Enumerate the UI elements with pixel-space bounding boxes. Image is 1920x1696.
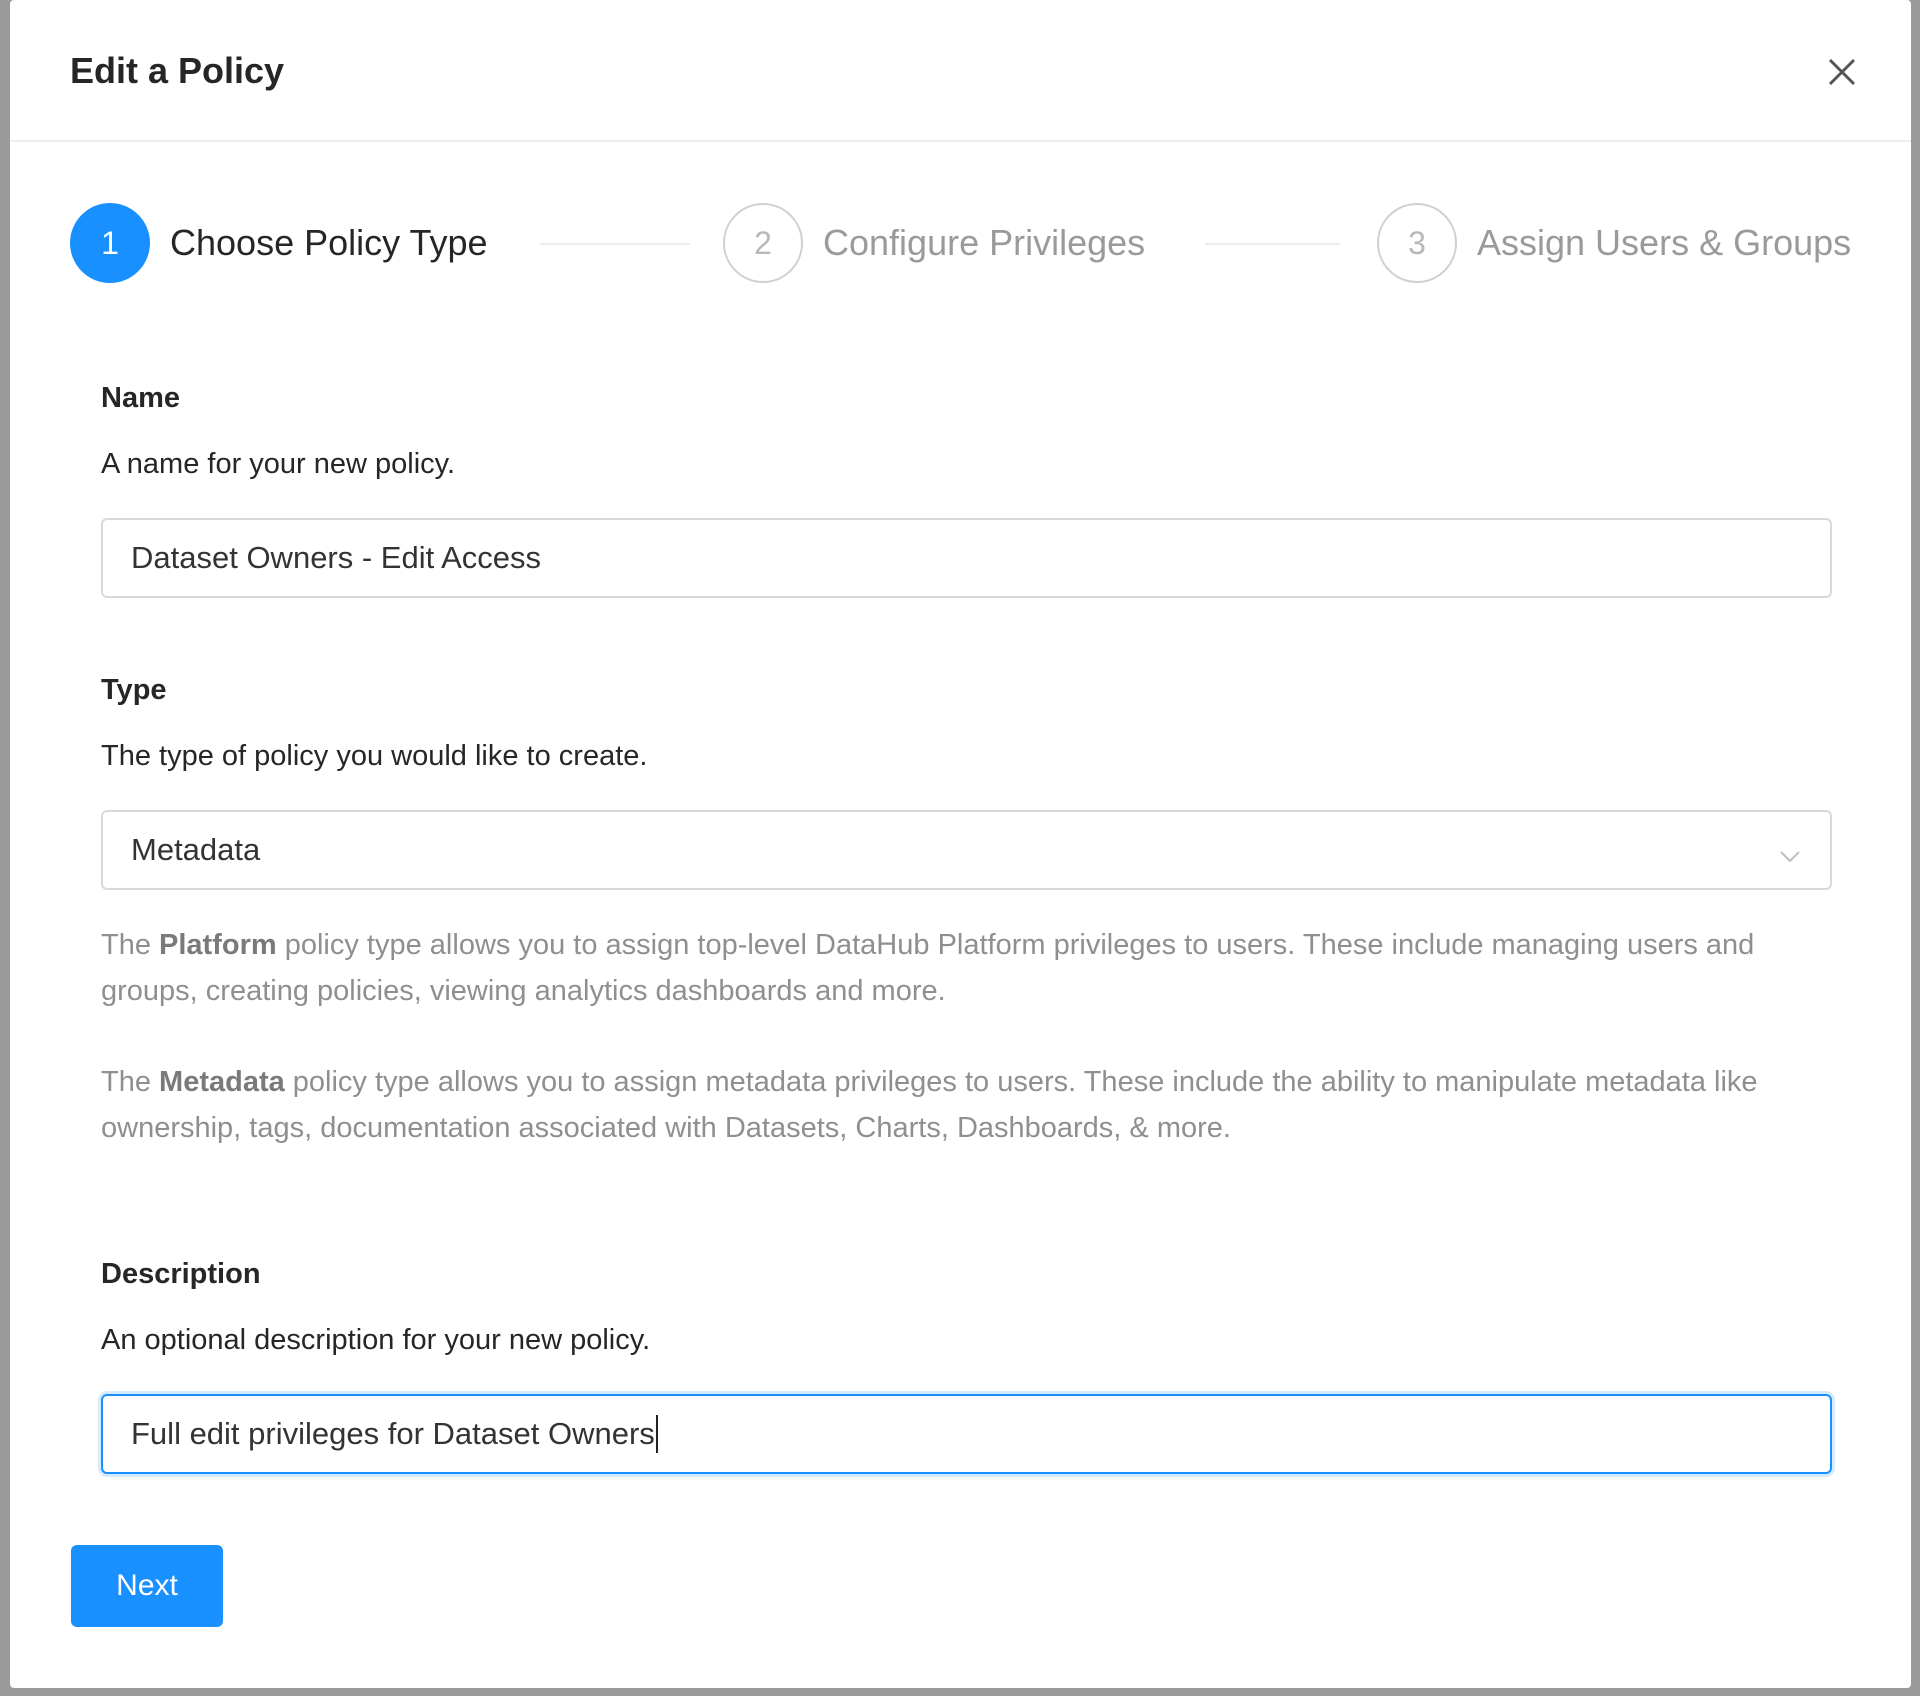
step-label-3: Assign Users & Groups bbox=[1477, 222, 1852, 263]
modal-header: Edit a Policy bbox=[10, 0, 1911, 142]
name-input-value: Dataset Owners - Edit Access bbox=[131, 540, 542, 575]
platform-type-description: The Platform policy type allows you to a… bbox=[101, 922, 1832, 1014]
metadata-desc-prefix: The bbox=[101, 1066, 160, 1098]
step-label-2: Configure Privileges bbox=[823, 222, 1146, 263]
description-label: Description bbox=[101, 1258, 261, 1290]
steps-indicator: 1 Choose Policy Type 2 Configure Privile… bbox=[70, 203, 1870, 283]
step-connector bbox=[1205, 243, 1340, 245]
description-help-text: An optional description for your new pol… bbox=[101, 1324, 651, 1356]
platform-desc-prefix: The bbox=[101, 929, 160, 961]
text-caret bbox=[655, 1415, 658, 1453]
type-help-text: The type of policy you would like to cre… bbox=[101, 740, 648, 772]
step-configure-privileges[interactable]: 2 Configure Privileges bbox=[723, 203, 1145, 283]
type-label: Type bbox=[101, 674, 167, 706]
modal-title: Edit a Policy bbox=[70, 50, 285, 91]
platform-desc-bold: Platform bbox=[159, 929, 277, 961]
metadata-type-description: The Metadata policy type allows you to a… bbox=[101, 1059, 1832, 1151]
name-label: Name bbox=[101, 382, 180, 414]
metadata-desc-bold: Metadata bbox=[159, 1066, 285, 1098]
description-input[interactable]: Full edit privileges for Dataset Owners bbox=[101, 1394, 1832, 1474]
edit-policy-modal: Edit a Policy 1 Choose Policy Type 2 Con… bbox=[10, 0, 1911, 1688]
platform-desc-text: policy type allows you to assign top-lev… bbox=[101, 929, 1755, 1007]
description-input-value: Full edit privileges for Dataset Owners bbox=[131, 1416, 655, 1451]
step-assign-users-groups[interactable]: 3 Assign Users & Groups bbox=[1377, 203, 1851, 283]
type-select-value: Metadata bbox=[131, 832, 261, 867]
step-label-1: Choose Policy Type bbox=[170, 222, 488, 263]
metadata-desc-text: policy type allows you to assign metadat… bbox=[101, 1066, 1758, 1144]
step-choose-policy-type[interactable]: 1 Choose Policy Type bbox=[70, 203, 488, 283]
next-button[interactable]: Next bbox=[71, 1545, 223, 1627]
step-number-3: 3 bbox=[1377, 203, 1457, 283]
chevron-down-icon bbox=[1778, 840, 1802, 864]
type-select[interactable]: Metadata bbox=[101, 810, 1832, 890]
name-help-text: A name for your new policy. bbox=[101, 448, 456, 480]
step-connector bbox=[540, 243, 690, 245]
step-number-2: 2 bbox=[723, 203, 803, 283]
step-number-1: 1 bbox=[70, 203, 150, 283]
name-input[interactable]: Dataset Owners - Edit Access bbox=[101, 518, 1832, 598]
close-icon[interactable] bbox=[1825, 55, 1859, 89]
